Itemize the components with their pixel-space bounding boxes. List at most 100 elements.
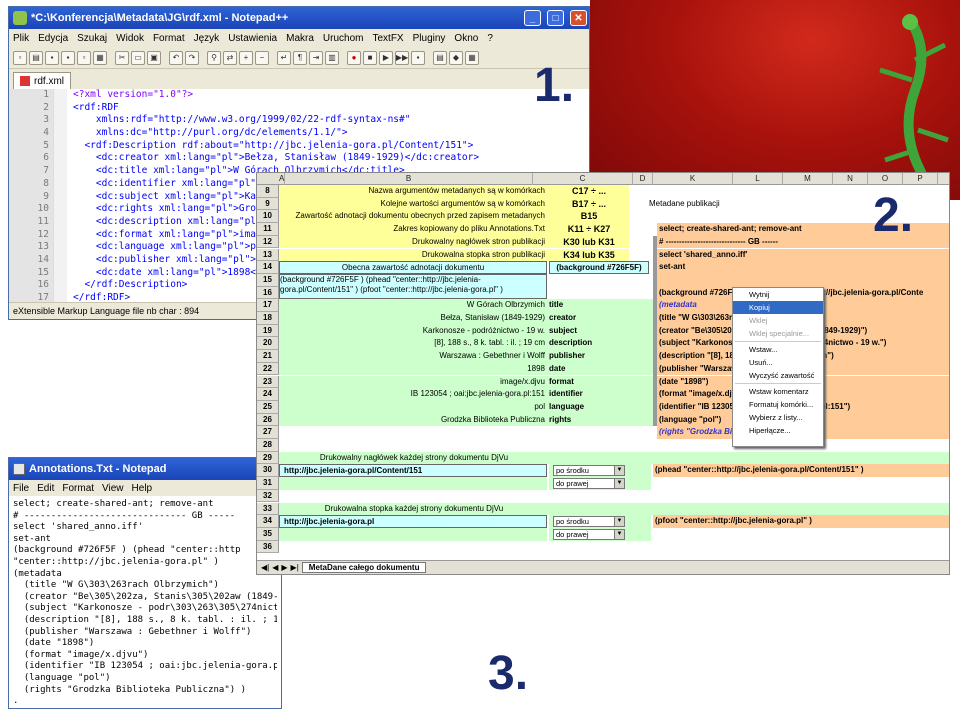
cut-icon[interactable]: ✂ (115, 50, 129, 65)
row-header[interactable]: 34 (257, 515, 279, 528)
row-header[interactable]: 30 (257, 464, 279, 478)
metadata-value[interactable]: pol (279, 400, 547, 414)
play-multiple-icon[interactable]: ▶▶ (395, 50, 409, 65)
row-header[interactable]: 25 (257, 400, 279, 414)
metadata-key[interactable]: title (547, 299, 655, 312)
footer-position-dropdown[interactable]: po środku ▼ (553, 516, 625, 528)
row-header[interactable]: 17 (257, 299, 279, 312)
prev-sheet-icon[interactable]: ◀ (272, 563, 278, 572)
column-header[interactable]: N (833, 173, 868, 185)
footer-align-dropdown[interactable]: do prawej ▼ (553, 528, 625, 540)
header-label[interactable]: Drukowalny nagłówek każdej strony dokume… (279, 451, 549, 465)
metadata-key[interactable]: publisher (547, 350, 655, 363)
context-menu-item[interactable]: Wyczyść zawartość (733, 369, 823, 382)
annotation-bg[interactable]: (background #726F5F) (549, 261, 649, 274)
metadata-value[interactable]: W Górach Olbrzymich (279, 299, 547, 312)
row-header[interactable]: 23 (257, 375, 279, 389)
chevron-down-icon[interactable]: ▼ (614, 466, 624, 476)
menu-item[interactable]: ? (487, 33, 493, 44)
menu-item[interactable]: Widok (116, 33, 144, 44)
stop-macro-icon[interactable]: ■ (363, 50, 377, 65)
metadata-value[interactable]: [8], 188 s., 8 k. tabl. : il. ; 19 cm (279, 337, 547, 351)
header-result[interactable]: (phead "center::http://jbc.jelenia-gora.… (653, 464, 949, 478)
chevron-down-icon[interactable]: ▼ (614, 529, 624, 539)
annotation-header[interactable]: Obecna zawartość adnotacji dokumentu (279, 261, 547, 274)
row-header[interactable]: 20 (257, 337, 279, 351)
row-header[interactable]: 32 (257, 489, 279, 503)
footer-result[interactable]: (pfoot "center::http://jbc.jelenia-gora.… (653, 515, 949, 528)
menu-item[interactable]: View (102, 483, 124, 494)
context-menu-item[interactable]: Wstaw... (733, 343, 823, 356)
last-sheet-icon[interactable]: ▶| (291, 563, 299, 572)
tab-rdf-xml[interactable]: rdf.xml (13, 72, 71, 89)
metadata-value[interactable]: Warszawa : Gebethner i Wolff (279, 350, 547, 363)
print-icon[interactable]: ▦ (93, 50, 107, 65)
row-header[interactable]: 24 (257, 388, 279, 401)
excel-sheet[interactable]: ABCDKLMNOP 8 9 10 11 12 13 14 15 16 17 18 19 20 21 22 2… (256, 172, 950, 575)
context-menu-item[interactable]: Hiperłącze... (733, 424, 823, 437)
footer-url[interactable]: http://jbc.jelenia-gora.pl (279, 515, 547, 528)
yellow-label[interactable]: Nazwa argumentów metadanych są w komórka… (279, 185, 549, 198)
row-header[interactable]: 29 (257, 451, 279, 465)
close-file-icon[interactable]: ▫ (77, 50, 91, 65)
row-header[interactable]: 9 (257, 197, 279, 211)
plugin-icon-3[interactable]: ▦ (465, 50, 479, 65)
new-file-icon[interactable]: ▫ (13, 50, 27, 65)
metadata-value[interactable]: Karkonosze - podróżnictwo - 19 w. (279, 324, 547, 338)
menu-item[interactable]: Ustawienia (228, 33, 277, 44)
menu-item[interactable]: Makra (286, 33, 314, 44)
yellow-label[interactable]: Zawartość adnotacji dokumentu obecnych p… (279, 210, 549, 224)
menu-item[interactable]: Szukaj (77, 33, 107, 44)
metadata-value[interactable]: Grodzka Biblioteka Publiczna (279, 413, 547, 427)
menu-item[interactable]: Edit (37, 483, 54, 494)
context-menu-item[interactable]: Formatuj komórki... (733, 398, 823, 411)
find-icon[interactable]: ⚲ (207, 50, 221, 65)
undo-icon[interactable]: ↶ (169, 50, 183, 65)
yellow-label[interactable]: Drukowalna stopka stron publikacji (279, 248, 549, 262)
first-sheet-icon[interactable]: ◀| (261, 563, 269, 572)
column-header[interactable]: O (868, 173, 903, 185)
row-header[interactable]: 35 (257, 527, 279, 541)
view-icon[interactable]: ▥ (325, 50, 339, 65)
annotation-text[interactable]: (background #726F5F ) (phead "center::ht… (279, 273, 547, 300)
record-macro-icon[interactable]: ● (347, 50, 361, 65)
redo-icon[interactable]: ↷ (185, 50, 199, 65)
row-header[interactable]: 14 (257, 261, 279, 274)
zoom-in-icon[interactable]: + (239, 50, 253, 65)
indent-guide-icon[interactable]: ¶ (293, 50, 307, 65)
context-menu-item[interactable]: Wytnij (733, 288, 823, 301)
row-header[interactable]: 11 (257, 223, 279, 236)
menu-item[interactable]: Uruchom (323, 33, 364, 44)
column-header[interactable]: B (285, 173, 533, 185)
yellow-label[interactable]: Zakres kopiowany do pliku Annotations.Tx… (279, 223, 549, 236)
metadata-value[interactable]: 1898 (279, 362, 547, 376)
annotation-line[interactable] (657, 273, 949, 287)
notepad-window[interactable]: Annotations.Txt - Notepad File Edit Format… (8, 457, 282, 709)
metadata-key[interactable]: format (547, 375, 655, 389)
row-header[interactable]: 12 (257, 235, 279, 249)
save-icon[interactable]: ▪ (45, 50, 59, 65)
row-header[interactable]: 33 (257, 502, 279, 516)
menu-item[interactable]: Język (194, 33, 220, 44)
yellow-label[interactable]: Drukowalny nagłówek stron publikacji (279, 235, 549, 249)
plugin-icon-1[interactable]: ▤ (433, 50, 447, 65)
indent-icon[interactable]: ⇥ (309, 50, 323, 65)
annotation-line[interactable]: set-ant (657, 261, 949, 274)
paste-icon[interactable]: ▣ (147, 50, 161, 65)
metadata-title[interactable]: Metadane publikacji (649, 198, 769, 211)
yellow-value[interactable]: K34 lub K35 (549, 248, 629, 262)
row-header[interactable]: 22 (257, 362, 279, 376)
metadata-key[interactable]: rights (547, 413, 655, 427)
row-header[interactable]: 21 (257, 350, 279, 363)
header-position-dropdown[interactable]: po środku ▼ (553, 465, 625, 477)
yellow-value[interactable]: K11 ÷ K27 (549, 223, 629, 236)
column-header[interactable]: D (633, 173, 653, 185)
metadata-key[interactable]: subject (547, 324, 655, 338)
replace-icon[interactable]: ⇄ (223, 50, 237, 65)
menu-item[interactable]: File (13, 483, 29, 494)
row-header[interactable]: 10 (257, 210, 279, 224)
metadata-value[interactable]: image/x.djvu (279, 375, 547, 389)
yellow-value[interactable]: B15 (549, 210, 629, 224)
notepad-text-area[interactable]: select; create-shared-ant; remove-ant # -… (9, 496, 281, 708)
row-header[interactable]: 19 (257, 324, 279, 338)
